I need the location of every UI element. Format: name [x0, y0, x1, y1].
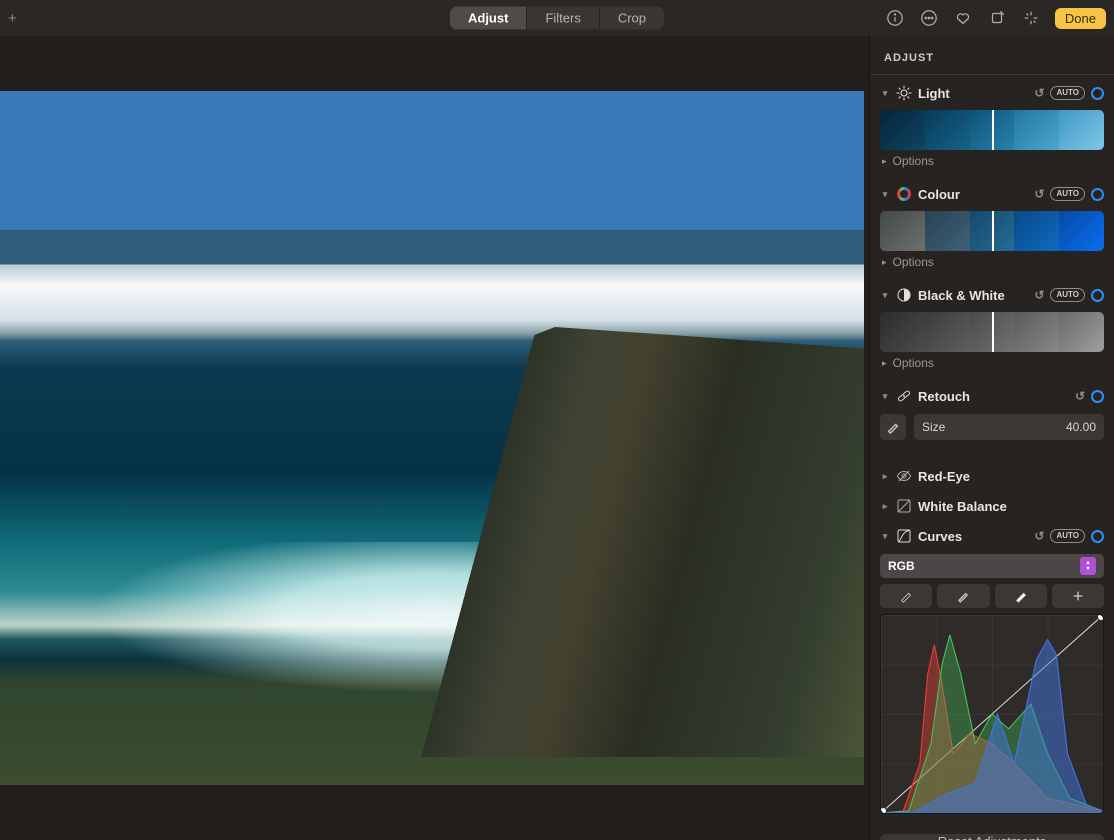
- done-button[interactable]: Done: [1055, 8, 1106, 29]
- chevron-right-icon: ▸: [882, 257, 887, 268]
- black-point-picker[interactable]: [880, 584, 932, 608]
- rotate-icon[interactable]: [987, 8, 1007, 28]
- curves-auto-button[interactable]: AUTO: [1050, 529, 1085, 543]
- view-mode-tabs: Adjust Filters Crop: [450, 7, 664, 30]
- light-preview-strip[interactable]: [880, 110, 1104, 150]
- curves-label: Curves: [918, 529, 1028, 544]
- redeye-header[interactable]: ▸ Red-Eye: [880, 464, 1104, 488]
- light-label: Light: [918, 86, 1028, 101]
- colour-preview-strip[interactable]: [880, 211, 1104, 251]
- section-light: ▾ Light ↺ AUTO ▸: [870, 75, 1114, 176]
- section-bw: ▾ Black & White ↺ AUTO ▸: [870, 277, 1114, 378]
- white-point-picker[interactable]: [995, 584, 1047, 608]
- reset-icon[interactable]: ↺: [1034, 86, 1044, 100]
- curve-handle[interactable]: [1097, 614, 1104, 621]
- tab-crop[interactable]: Crop: [600, 7, 664, 30]
- info-icon[interactable]: [885, 8, 905, 28]
- indicator-ring-icon[interactable]: [1091, 530, 1104, 543]
- redeye-label: Red-Eye: [918, 469, 1104, 484]
- curves-icon: [896, 528, 912, 544]
- tab-adjust[interactable]: Adjust: [450, 7, 527, 30]
- section-redeye: ▸ Red-Eye: [870, 458, 1114, 488]
- retouch-size-field[interactable]: Size 40.00: [914, 414, 1104, 440]
- favorite-icon[interactable]: [953, 8, 973, 28]
- canvas-area: [0, 36, 869, 840]
- chevron-down-icon: ▾: [880, 391, 890, 402]
- chevron-down-icon: ▾: [880, 531, 890, 542]
- retouch-header[interactable]: ▾ Retouch ↺: [880, 384, 1104, 408]
- adjust-sidebar: ADJUST ▾ Light ↺ AUTO: [869, 36, 1114, 840]
- curves-header[interactable]: ▾ Curves ↺ AUTO: [880, 524, 1104, 548]
- bw-options[interactable]: ▸ Options: [880, 356, 1104, 378]
- toolbar: + Adjust Filters Crop Done: [0, 0, 1114, 36]
- eye-icon: [896, 468, 912, 484]
- add-icon[interactable]: +: [8, 10, 17, 27]
- whitebalance-icon: [896, 498, 912, 514]
- reset-icon[interactable]: ↺: [1034, 288, 1044, 302]
- colour-options[interactable]: ▸ Options: [880, 255, 1104, 277]
- chevron-right-icon: ▸: [882, 156, 887, 167]
- add-point-button[interactable]: [1052, 584, 1104, 608]
- reset-icon[interactable]: ↺: [1034, 529, 1044, 543]
- section-retouch: ▾ Retouch ↺ Size 40.00: [870, 378, 1114, 450]
- tab-filters[interactable]: Filters: [527, 7, 599, 30]
- reset-adjustments-button[interactable]: Reset Adjustments: [880, 834, 1104, 840]
- section-colour: ▾ Colour ↺ AUTO ▸: [870, 176, 1114, 277]
- stepper-icon: ▴▾: [1080, 557, 1096, 575]
- toolbar-actions: Done: [885, 8, 1106, 29]
- indicator-ring-icon[interactable]: [1091, 188, 1104, 201]
- reset-icon[interactable]: ↺: [1075, 389, 1085, 403]
- more-icon[interactable]: [919, 8, 939, 28]
- bw-preview-strip[interactable]: [880, 312, 1104, 352]
- contrast-icon: [896, 287, 912, 303]
- curves-pickers: [880, 584, 1104, 608]
- colour-ring-icon: [896, 186, 912, 202]
- retouch-brush-button[interactable]: [880, 414, 906, 440]
- reset-icon[interactable]: ↺: [1034, 187, 1044, 201]
- indicator-ring-icon[interactable]: [1091, 289, 1104, 302]
- bandage-icon: [896, 388, 912, 404]
- chevron-right-icon: ▸: [880, 471, 890, 482]
- panel-title: ADJUST: [870, 36, 1114, 75]
- indicator-ring-icon[interactable]: [1091, 390, 1104, 403]
- photo-preview[interactable]: [0, 91, 864, 785]
- bw-header[interactable]: ▾ Black & White ↺ AUTO: [880, 283, 1104, 307]
- retouch-label: Retouch: [918, 389, 1069, 404]
- section-whitebalance: ▸ White Balance: [870, 488, 1114, 518]
- colour-label: Colour: [918, 187, 1028, 202]
- curves-channel-select[interactable]: RGB ▴▾: [880, 554, 1104, 578]
- chevron-right-icon: ▸: [882, 358, 887, 369]
- size-value: 40.00: [1066, 420, 1096, 434]
- light-auto-button[interactable]: AUTO: [1050, 86, 1085, 100]
- chevron-down-icon: ▾: [880, 88, 890, 99]
- colour-auto-button[interactable]: AUTO: [1050, 187, 1085, 201]
- grey-point-picker[interactable]: [937, 584, 989, 608]
- light-header[interactable]: ▾ Light ↺ AUTO: [880, 81, 1104, 105]
- curve-handle[interactable]: [880, 807, 887, 814]
- chevron-down-icon: ▾: [880, 290, 890, 301]
- colour-header[interactable]: ▾ Colour ↺ AUTO: [880, 182, 1104, 206]
- section-curves: ▾ Curves ↺ AUTO RGB ▴▾: [870, 518, 1114, 814]
- bw-label: Black & White: [918, 288, 1028, 303]
- magic-icon[interactable]: [1021, 8, 1041, 28]
- chevron-right-icon: ▸: [880, 501, 890, 512]
- light-options[interactable]: ▸ Options: [880, 154, 1104, 176]
- indicator-ring-icon[interactable]: [1091, 87, 1104, 100]
- whitebalance-label: White Balance: [918, 499, 1104, 514]
- curves-canvas[interactable]: [880, 614, 1104, 814]
- whitebalance-header[interactable]: ▸ White Balance: [880, 494, 1104, 518]
- chevron-down-icon: ▾: [880, 189, 890, 200]
- sun-icon: [896, 85, 912, 101]
- size-label: Size: [922, 420, 945, 434]
- bw-auto-button[interactable]: AUTO: [1050, 288, 1085, 302]
- content: ADJUST ▾ Light ↺ AUTO: [0, 36, 1114, 840]
